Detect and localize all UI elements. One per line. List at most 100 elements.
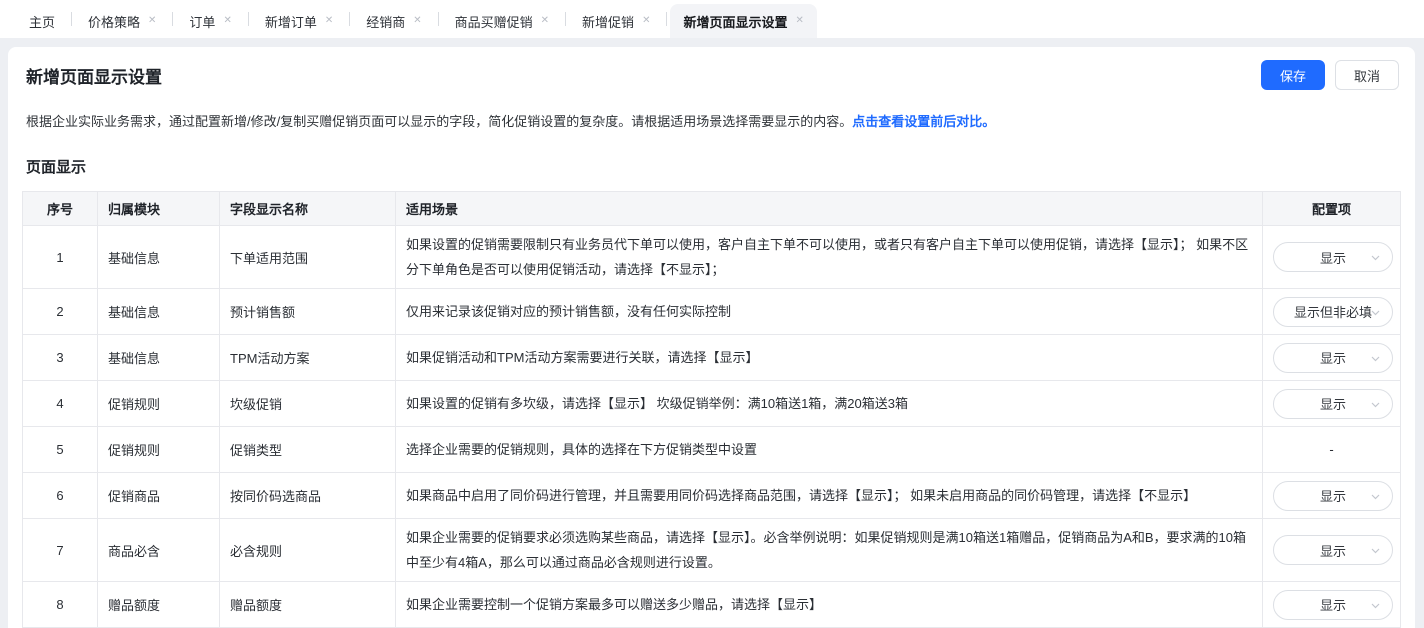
config-cell: 显示 (1262, 225, 1401, 289)
column-header-field-name: 字段显示名称 (219, 191, 396, 226)
config-cell: 显示 (1262, 518, 1401, 582)
chevron-down-icon (1369, 251, 1382, 264)
compare-link[interactable]: 点击查看设置前后对比。 (852, 114, 995, 129)
tab-separator (565, 12, 567, 26)
field-name-cell: 按同价码选商品 (219, 472, 396, 519)
tab-close-icon[interactable]: ✕ (148, 16, 156, 26)
tab-close-icon[interactable]: ✕ (541, 16, 549, 26)
table-row: 2 基础信息 预计销售额 仅用来记录该促销对应的预计销售额，没有任何实际控制 显示但非必… (22, 288, 1401, 335)
config-select[interactable]: 显示 (1273, 242, 1393, 272)
page-display-table: 序号 归属模块 字段显示名称 适用场景 配置项 1 基础信息 下单适用范围 如果设置的… (22, 191, 1401, 628)
module-cell: 促销商品 (97, 472, 220, 519)
module-cell: 基础信息 (97, 288, 220, 335)
tab-close-icon[interactable]: ✕ (642, 16, 650, 26)
tab-label: 新增促销 (582, 14, 635, 30)
tab-label: 经销商 (366, 14, 406, 30)
tab-label: 新增订单 (264, 14, 317, 30)
tab-close-icon[interactable]: ✕ (325, 16, 333, 26)
page-background: 新增页面显示设置 保存 取消 根据企业实际业务需求，通过配置新增/修改/复制买赠… (0, 38, 1424, 628)
chevron-down-icon (1369, 544, 1382, 557)
save-button[interactable]: 保存 (1260, 60, 1325, 90)
scenario-cell: 如果设置的促销有多坎级，请选择【显示】 坎级促销举例：满10箱送1箱，满20箱送… (395, 380, 1263, 427)
module-cell: 基础信息 (97, 334, 220, 381)
tab-dealer[interactable]: 经销商 ✕ (353, 4, 434, 38)
config-select-value: 显示但非必填 (1293, 305, 1372, 320)
config-cell: 显示 (1262, 334, 1401, 381)
scenario-cell: 如果促销活动和TPM活动方案需要进行关联，请选择【显示】 (395, 334, 1263, 381)
config-select[interactable]: 显示 (1273, 589, 1393, 620)
tab-separator (71, 12, 73, 26)
column-header-config: 配置项 (1262, 191, 1401, 226)
column-header-scenario: 适用场景 (395, 191, 1263, 226)
tab-label: 主页 (29, 14, 56, 30)
module-cell: 商品必含 (97, 518, 220, 582)
field-name-cell: 促销类型 (219, 426, 396, 473)
tab-separator (349, 12, 351, 26)
page-title: 新增页面显示设置 (26, 67, 162, 87)
config-cell: - (1262, 426, 1401, 473)
field-name-cell: TPM活动方案 (219, 334, 396, 381)
config-select-value: 显示 (1319, 489, 1346, 504)
card-header: 新增页面显示设置 保存 取消 (22, 47, 1401, 90)
config-select[interactable]: 显示但非必填 (1273, 296, 1393, 327)
scenario-cell: 如果商品中启用了同价码进行管理，并且需要用同价码选择商品范围，请选择【显示】； … (395, 472, 1263, 519)
tab-new-order[interactable]: 新增订单 ✕ (252, 4, 346, 38)
chevron-down-icon (1369, 398, 1382, 411)
table-row: 6 促销商品 按同价码选商品 如果商品中启用了同价码进行管理，并且需要用同价码选择商品… (22, 472, 1401, 519)
row-number-cell: 2 (22, 288, 98, 335)
config-select-value: 显示 (1319, 543, 1346, 559)
tab-separator (666, 12, 668, 26)
tab-close-icon[interactable]: ✕ (413, 16, 421, 26)
config-select[interactable]: 显示 (1273, 342, 1393, 373)
config-select-value: 显示 (1319, 598, 1346, 613)
config-select[interactable]: 显示 (1273, 480, 1393, 511)
row-number-cell: 3 (22, 334, 98, 381)
row-number-cell: 4 (22, 380, 98, 427)
tab-close-icon[interactable]: ✕ (795, 16, 803, 26)
tab-price-policy[interactable]: 价格策略 ✕ (75, 4, 169, 38)
tab-separator (172, 12, 174, 26)
description: 根据企业实际业务需求，通过配置新增/修改/复制买赠促销页面可以显示的字段，简化促… (22, 90, 1401, 132)
tab-new-page-display-settings[interactable]: 新增页面显示设置 ✕ (670, 4, 817, 38)
table-row: 4 促销规则 坎级促销 如果设置的促销有多坎级，请选择【显示】 坎级促销举例：满10箱… (22, 380, 1401, 427)
tab-close-icon[interactable]: ✕ (223, 16, 231, 26)
chevron-down-icon (1369, 599, 1382, 612)
tab-label: 订单 (189, 14, 216, 30)
chevron-down-icon (1369, 352, 1382, 365)
column-header-no: 序号 (22, 191, 98, 226)
tab-bar: 主页 价格策略 ✕ 订单 ✕ 新增订单 ✕ 经销商 ✕ 商品买赠促销 ✕ 新增促销 ✕ 新增页面显示设置 ✕ (0, 0, 1424, 38)
config-cell: 显示 (1262, 472, 1401, 519)
field-name-cell: 赠品额度 (219, 581, 396, 628)
tab-label: 新增页面显示设置 (683, 14, 788, 30)
row-number-cell: 6 (22, 472, 98, 519)
field-name-cell: 坎级促销 (219, 380, 396, 427)
scenario-cell: 仅用来记录该促销对应的预计销售额，没有任何实际控制 (395, 288, 1263, 335)
config-select[interactable]: 显示 (1273, 535, 1393, 565)
tab-new-promotion[interactable]: 新增促销 ✕ (569, 4, 663, 38)
chevron-down-icon (1369, 306, 1382, 319)
description-text: 根据企业实际业务需求，通过配置新增/修改/复制买赠促销页面可以显示的字段，简化促… (26, 114, 853, 129)
tab-order[interactable]: 订单 ✕ (176, 4, 244, 38)
tab-home[interactable]: 主页 (16, 4, 68, 38)
scenario-cell: 如果企业需要控制一个促销方案最多可以赠送多少赠品，请选择【显示】 (395, 581, 1263, 628)
module-cell: 基础信息 (97, 225, 220, 289)
table-row: 7 商品必含 必含规则 如果企业需要的促销要求必须选购某些商品，请选择【显示】。必含举… (22, 518, 1401, 582)
row-number-cell: 8 (22, 581, 98, 628)
tab-product-bogo-promotion[interactable]: 商品买赠促销 ✕ (442, 4, 562, 38)
module-cell: 赠品额度 (97, 581, 220, 628)
table-row: 3 基础信息 TPM活动方案 如果促销活动和TPM活动方案需要进行关联，请选择【显示】… (22, 334, 1401, 381)
settings-card: 新增页面显示设置 保存 取消 根据企业实际业务需求，通过配置新增/修改/复制买赠… (8, 47, 1415, 628)
table-row: 8 赠品额度 赠品额度 如果企业需要控制一个促销方案最多可以赠送多少赠品，请选择【显示… (22, 581, 1401, 628)
config-select-value: 显示 (1319, 250, 1346, 266)
table-row: 1 基础信息 下单适用范围 如果设置的促销需要限制只有业务员代下单可以使用，客户自主下… (22, 225, 1401, 289)
field-name-cell: 下单适用范围 (219, 225, 396, 289)
cancel-button[interactable]: 取消 (1334, 60, 1399, 90)
row-number-cell: 1 (22, 225, 98, 289)
field-name-cell: 必含规则 (219, 518, 396, 582)
config-select[interactable]: 显示 (1273, 388, 1393, 419)
chevron-down-icon (1369, 490, 1382, 503)
tab-label: 商品买赠促销 (454, 14, 533, 30)
column-header-module: 归属模块 (97, 191, 220, 226)
module-cell: 促销规则 (97, 380, 220, 427)
config-cell: 显示 (1262, 581, 1401, 628)
